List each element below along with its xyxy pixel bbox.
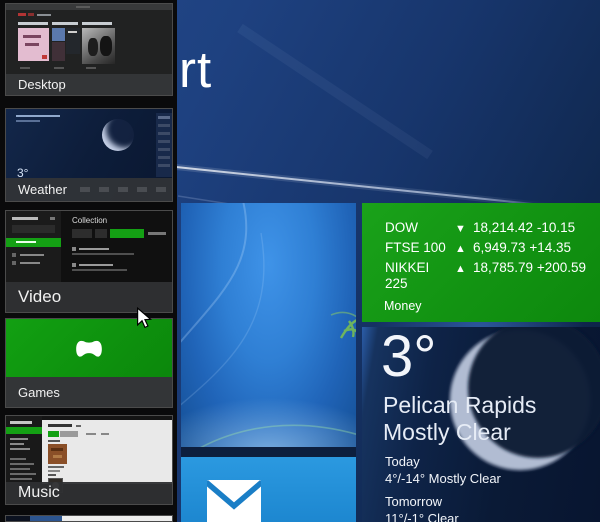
- stock-down-arrow-icon: ▼: [455, 220, 473, 237]
- video-collection-heading: Collection: [72, 216, 107, 225]
- envelope-icon: [207, 480, 261, 522]
- tile-gap: [181, 447, 356, 457]
- partial-thumb-decor: [30, 516, 62, 522]
- switcher-item-weather[interactable]: 3° Weather: [5, 108, 173, 202]
- stock-index-name: DOW: [385, 220, 455, 237]
- weather-location: Pelican Rapids: [383, 391, 536, 419]
- money-tile-label: Money: [384, 299, 422, 313]
- weather-temp: 3°: [381, 327, 436, 390]
- window-titlebar: [6, 4, 172, 10]
- app-switcher-sidebar: Desktop 3° Weather: [0, 0, 177, 522]
- stock-row-nikkei: NIKKEI 225 ▲ 18,785.79 +200.59: [385, 260, 586, 292]
- stock-list: DOW ▼ 18,214.42 -10.15 FTSE 100 ▲ 6,949.…: [385, 220, 586, 292]
- switcher-label-music: Music: [6, 482, 172, 504]
- switcher-label-games: Games: [6, 377, 172, 407]
- stock-index-name: FTSE 100: [385, 240, 455, 257]
- stock-value: 18,214.42: [473, 220, 533, 237]
- tile-desktop[interactable]: [181, 203, 356, 447]
- stock-row-ftse: FTSE 100 ▲ 6,949.73 +14.35: [385, 240, 586, 257]
- switcher-item-video[interactable]: Collection Video: [5, 210, 173, 313]
- start-screen: rt DOW ▼ 18,214.42 -10.15 FTSE 100 ▲ 6,9…: [0, 0, 600, 522]
- switcher-item-games[interactable]: Games: [5, 318, 173, 408]
- stock-change: +14.35: [529, 240, 571, 257]
- stock-up-arrow-icon: ▲: [455, 260, 473, 292]
- switcher-item-desktop[interactable]: Desktop: [5, 3, 173, 96]
- wallpaper-swoosh-decor: [181, 203, 356, 447]
- weather-tomorrow-forecast: 11°/-1° Clear: [385, 511, 459, 522]
- switcher-item-music[interactable]: Music: [5, 415, 173, 505]
- stock-change: -10.15: [537, 220, 575, 237]
- weather-today-label: Today: [385, 454, 420, 469]
- tile-money[interactable]: DOW ▼ 18,214.42 -10.15 FTSE 100 ▲ 6,949.…: [362, 203, 600, 322]
- start-title: rt: [179, 40, 212, 99]
- gamepad-icon: [75, 339, 103, 358]
- weather-tomorrow-label: Tomorrow: [385, 494, 442, 509]
- stock-up-arrow-icon: ▲: [455, 240, 473, 257]
- stock-row-dow: DOW ▼ 18,214.42 -10.15: [385, 220, 586, 237]
- partial-thumb-decor: [62, 516, 172, 522]
- weather-condition: Mostly Clear: [383, 419, 511, 446]
- switcher-label-video: Video: [6, 282, 172, 312]
- switcher-item-partial[interactable]: [5, 515, 173, 522]
- tile-mail[interactable]: [181, 457, 356, 522]
- weather-today-forecast: 4°/-14° Mostly Clear: [385, 471, 501, 486]
- stock-value: 18,785.79: [473, 260, 533, 292]
- stock-index-name: NIKKEI 225: [385, 260, 455, 292]
- stock-change: +200.59: [537, 260, 586, 292]
- switcher-label-desktop: Desktop: [6, 74, 172, 95]
- stock-value: 6,949.73: [473, 240, 526, 257]
- crescent-moon-icon: [102, 119, 134, 151]
- tile-weather[interactable]: 3° Pelican Rapids Mostly Clear Today 4°/…: [362, 327, 600, 522]
